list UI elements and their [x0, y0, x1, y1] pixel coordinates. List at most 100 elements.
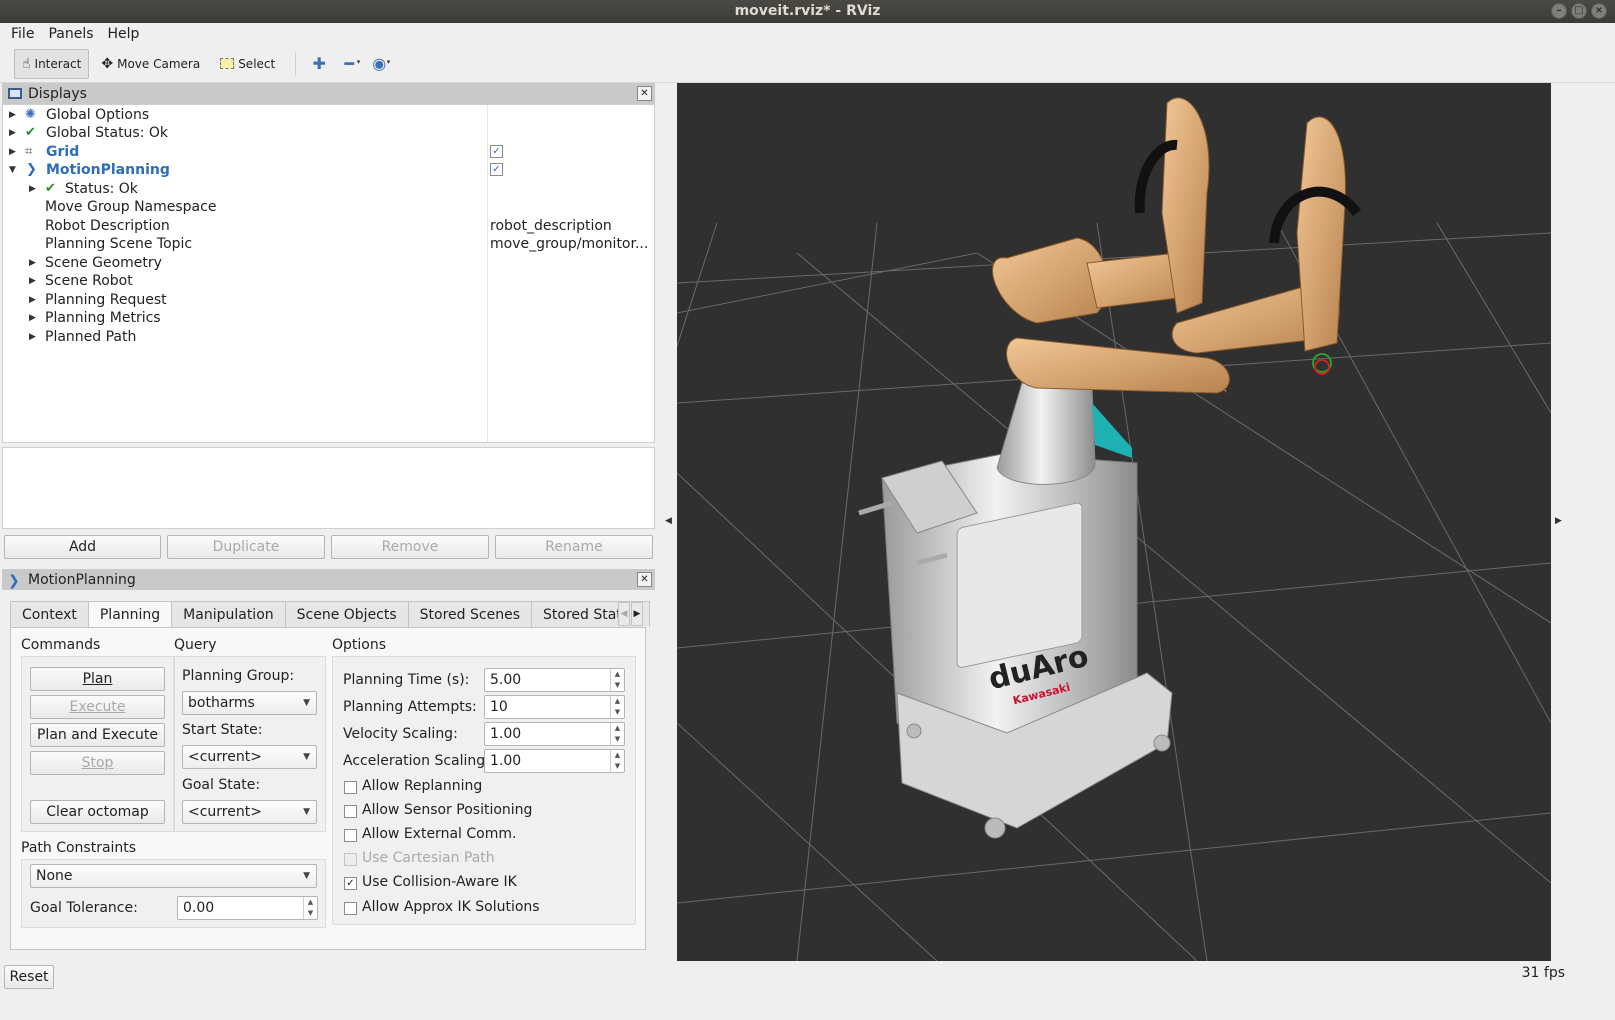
remove-display-button[interactable]: Remove [331, 535, 489, 559]
tab-scroll-right-icon[interactable]: ▶ [631, 602, 643, 626]
velocity-scaling-spinbox[interactable]: 1.00 ▲ ▼ [484, 722, 625, 746]
tree-item-global-options[interactable]: ▶ ✺ Global Options [3, 106, 654, 124]
allow-sensor-positioning-label[interactable]: Allow Sensor Positioning [362, 802, 532, 818]
remove-tool-icon[interactable]: ━ ▾ [334, 49, 364, 79]
planning-group-select[interactable]: botharms ▼ [182, 691, 317, 715]
tree-label: Robot Description [45, 218, 170, 234]
expand-arrow-icon[interactable]: ▶ [29, 291, 39, 309]
goal-tolerance-spinbox[interactable]: 0.00 ▲ ▼ [177, 896, 318, 920]
spin-arrows-icon[interactable]: ▲ ▼ [610, 723, 624, 745]
use-collision-aware-ik-label[interactable]: Use Collision-Aware IK [362, 874, 517, 890]
tree-item-robot-description[interactable]: Robot Description robot_description [3, 217, 654, 235]
expand-arrow-icon[interactable]: ▶ [9, 124, 19, 142]
execute-button[interactable]: Execute [30, 695, 165, 719]
expand-arrow-icon[interactable]: ▶ [9, 106, 19, 124]
select-tool-button[interactable]: Select [212, 49, 283, 79]
use-cartesian-path-label[interactable]: Use Cartesian Path [362, 850, 495, 866]
spin-arrows-icon[interactable]: ▲ ▼ [610, 750, 624, 772]
minimize-icon[interactable]: – [1551, 3, 1567, 19]
tree-label: Planning Metrics [45, 310, 161, 326]
planning-attempts-spinbox[interactable]: 10 ▲ ▼ [484, 695, 625, 719]
start-state-select[interactable]: <current> ▼ [182, 745, 317, 769]
motionplanning-enabled-checkbox[interactable]: ✓ [490, 163, 503, 176]
tree-item-planning-scene-topic[interactable]: Planning Scene Topic move_group/monitor.… [3, 235, 654, 253]
allow-approx-ik-label[interactable]: Allow Approx IK Solutions [362, 899, 540, 915]
clear-octomap-button[interactable]: Clear octomap [30, 800, 165, 824]
menu-panels[interactable]: Panels [43, 26, 98, 42]
collapse-right-panel-icon[interactable]: ▶ [1555, 516, 1562, 526]
statusbar: Reset 31 fps [0, 963, 1615, 990]
close-icon[interactable]: ✕ [637, 572, 652, 587]
move-camera-tool-button[interactable]: ✥ Move Camera [93, 49, 208, 79]
tab-planning[interactable]: Planning [87, 601, 173, 628]
interact-label: Interact [34, 56, 82, 71]
spin-arrows-icon[interactable]: ▲ ▼ [610, 669, 624, 691]
plan-and-execute-button[interactable]: Plan and Execute [30, 723, 165, 747]
move-camera-icon: ✥ [101, 55, 114, 72]
planning-tab-page: Commands Plan Execute Plan and Execute S… [10, 627, 646, 950]
motion-planning-icon: ❯ [8, 572, 20, 589]
tree-item-status[interactable]: ▶ ✔ Status: Ok [3, 180, 654, 198]
hand-pointer-icon: ☝ [22, 55, 31, 72]
tree-item-move-group-namespace[interactable]: Move Group Namespace [3, 198, 654, 216]
expand-arrow-icon[interactable]: ▶ [29, 272, 39, 290]
displays-title: Displays [28, 85, 87, 102]
path-constraints-select[interactable]: None ▼ [30, 864, 317, 888]
robot-description-value[interactable]: robot_description [490, 217, 612, 235]
plan-button[interactable]: Plan [30, 667, 165, 691]
allow-external-comm-checkbox[interactable] [344, 829, 357, 842]
tab-scroll-left-icon[interactable]: ◀ [618, 602, 630, 626]
acceleration-scaling-spinbox[interactable]: 1.00 ▲ ▼ [484, 749, 625, 773]
collapse-arrow-icon[interactable]: ▼ [9, 161, 19, 179]
add-tool-icon[interactable]: ✚ [304, 49, 334, 79]
tree-item-grid[interactable]: ▶ ⌗ Grid ✓ [3, 143, 654, 161]
menu-file[interactable]: File [6, 26, 39, 42]
allow-replanning-checkbox[interactable] [344, 781, 357, 794]
goal-state-select[interactable]: <current> ▼ [182, 800, 317, 824]
tab-scene-objects[interactable]: Scene Objects [284, 601, 409, 627]
monitor-icon [8, 88, 22, 99]
tree-item-planning-metrics[interactable]: ▶ Planning Metrics [3, 309, 654, 327]
expand-arrow-icon[interactable]: ▶ [29, 328, 39, 346]
close-icon[interactable]: ✕ [637, 86, 652, 101]
tree-label: Global Options [46, 107, 150, 123]
add-display-button[interactable]: Add [4, 535, 161, 559]
3d-viewport[interactable]: duAro Kawasaki [677, 83, 1551, 961]
allow-external-comm-label[interactable]: Allow External Comm. [362, 826, 516, 842]
spin-arrows-icon[interactable]: ▲ ▼ [610, 696, 624, 718]
allow-sensor-positioning-checkbox[interactable] [344, 805, 357, 818]
camera-view-icon[interactable]: ◉ ▾ [364, 49, 394, 79]
expand-arrow-icon[interactable]: ▶ [9, 143, 19, 161]
tab-context[interactable]: Context [10, 601, 89, 627]
spin-arrows-icon[interactable]: ▲ ▼ [303, 897, 317, 919]
expand-arrow-icon[interactable]: ▶ [29, 180, 39, 198]
tab-manipulation[interactable]: Manipulation [171, 601, 286, 627]
planning-scene-topic-value[interactable]: move_group/monitor... [490, 235, 648, 253]
rename-display-button[interactable]: Rename [495, 535, 653, 559]
use-collision-aware-ik-checkbox[interactable]: ✓ [344, 877, 357, 890]
reset-button[interactable]: Reset [4, 965, 54, 989]
maximize-icon[interactable]: □ [1571, 3, 1587, 19]
allow-approx-ik-checkbox[interactable] [344, 902, 357, 915]
tree-item-motionplanning[interactable]: ▼ ❯ MotionPlanning ✓ [3, 161, 654, 179]
tree-item-scene-robot[interactable]: ▶ Scene Robot [3, 272, 654, 290]
stop-button[interactable]: Stop [30, 751, 165, 775]
tree-item-global-status[interactable]: ▶ ✔ Global Status: Ok [3, 124, 654, 142]
use-cartesian-path-checkbox[interactable] [344, 853, 357, 866]
duplicate-display-button[interactable]: Duplicate [167, 535, 325, 559]
close-icon[interactable]: × [1591, 3, 1607, 19]
allow-replanning-label[interactable]: Allow Replanning [362, 778, 482, 794]
tree-label: Status: Ok [65, 181, 138, 197]
collapse-left-panel-icon[interactable]: ◀ [665, 516, 672, 526]
tab-stored-scenes[interactable]: Stored Scenes [407, 601, 532, 627]
planning-time-spinbox[interactable]: 5.00 ▲ ▼ [484, 668, 625, 692]
tree-item-planned-path[interactable]: ▶ Planned Path [3, 328, 654, 346]
expand-arrow-icon[interactable]: ▶ [29, 254, 39, 272]
tree-item-scene-geometry[interactable]: ▶ Scene Geometry [3, 254, 654, 272]
expand-arrow-icon[interactable]: ▶ [29, 309, 39, 327]
grid-enabled-checkbox[interactable]: ✓ [490, 145, 503, 158]
interact-tool-button[interactable]: ☝ Interact [14, 48, 90, 79]
menu-help[interactable]: Help [103, 26, 145, 42]
tree-item-planning-request[interactable]: ▶ Planning Request [3, 291, 654, 309]
goal-state-value: <current> [188, 804, 262, 820]
